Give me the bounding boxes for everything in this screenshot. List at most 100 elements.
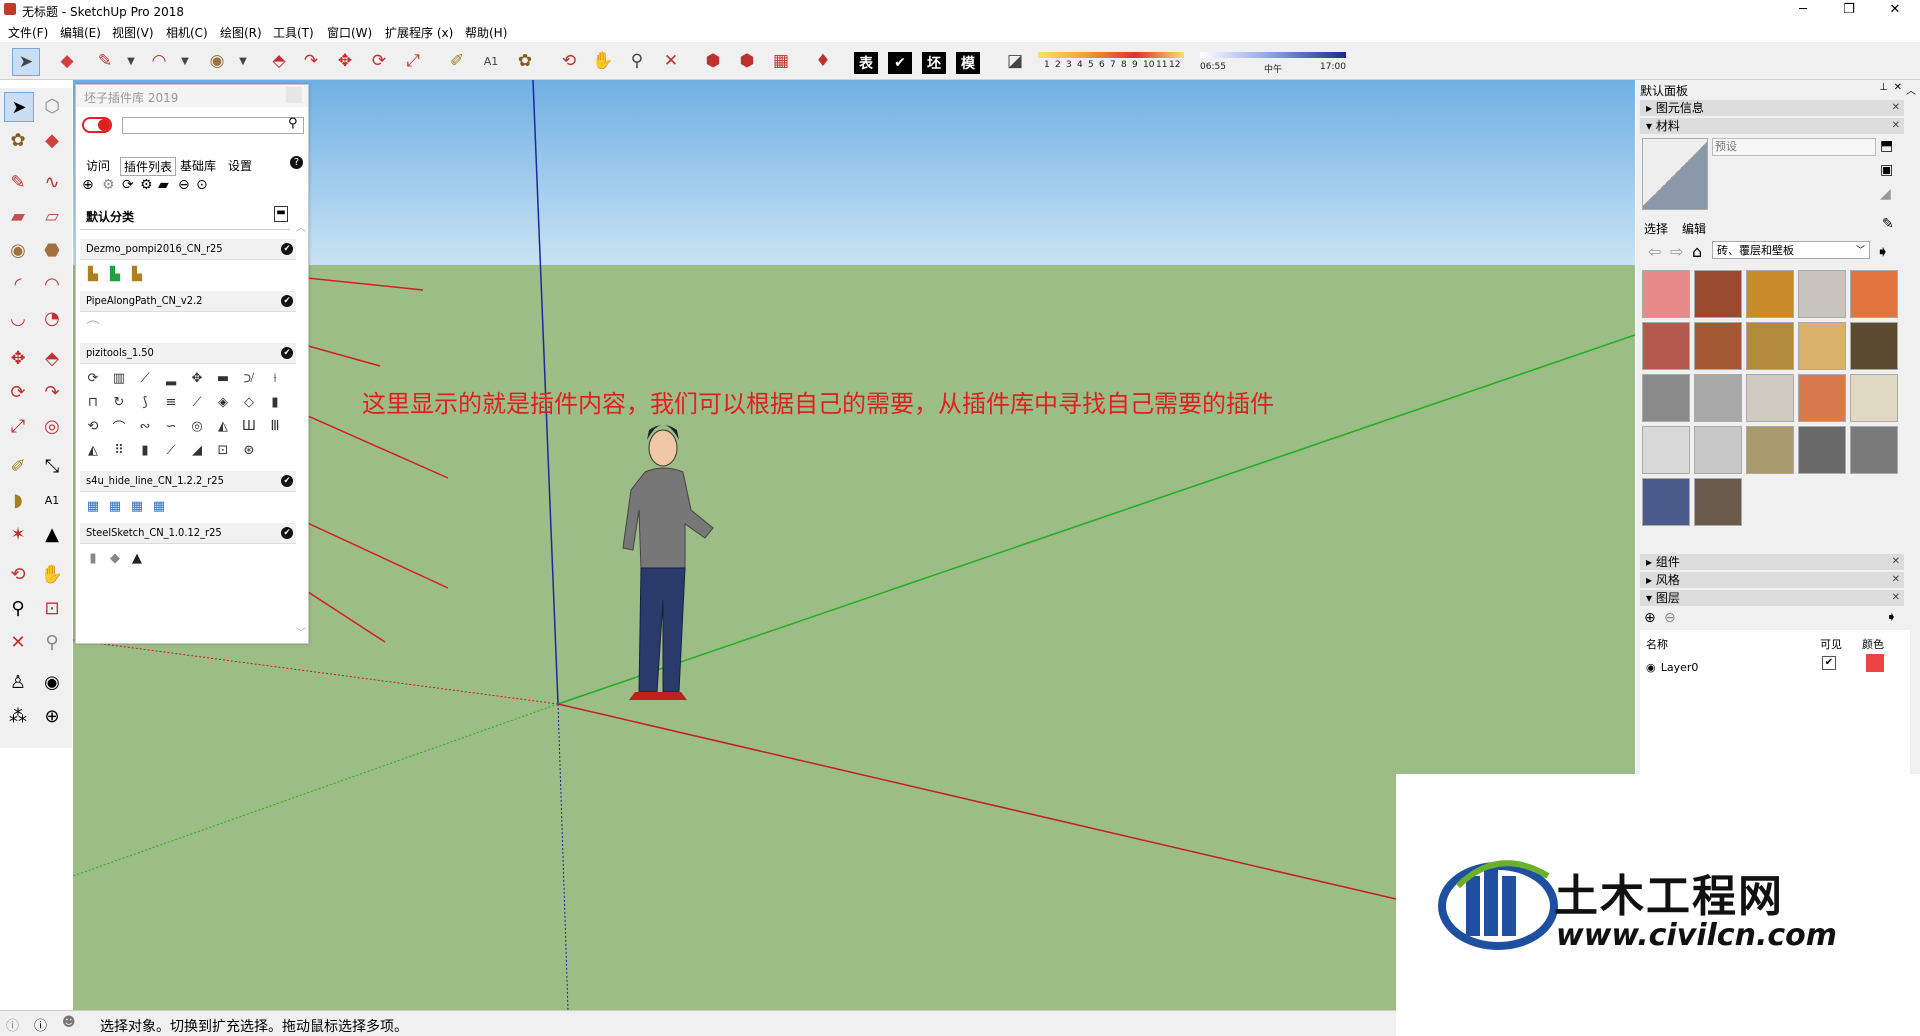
pizitool-icon[interactable]: Ш bbox=[240, 417, 258, 435]
tape-measure-icon[interactable]: ✐ bbox=[444, 48, 470, 74]
axes-icon[interactable]: ✶ bbox=[4, 520, 32, 548]
zoom-window-icon[interactable]: ⊡ bbox=[38, 594, 66, 622]
arc-tool-icon[interactable]: ◠ bbox=[146, 48, 172, 74]
hide-line-icon[interactable]: ▦ bbox=[150, 497, 168, 515]
collapse-icon[interactable]: ⊖ bbox=[178, 177, 190, 193]
material-swatch[interactable] bbox=[1798, 270, 1846, 318]
pizitool-icon[interactable]: ⟊ bbox=[266, 369, 284, 387]
plugin-row-steelsketch[interactable]: SteelSketch_CN_1.0.12_r25 ✔ bbox=[80, 523, 296, 544]
plugin-panel-close-icon[interactable] bbox=[286, 87, 302, 103]
previous-view-icon[interactable]: ⚲ bbox=[38, 628, 66, 656]
layer-active-radio-icon[interactable]: ◉ bbox=[1646, 661, 1656, 674]
pizitool-icon[interactable]: ▂ bbox=[162, 369, 180, 387]
push-pull-icon[interactable]: ⬘ bbox=[38, 344, 66, 372]
sample-paint-icon[interactable]: ✎ bbox=[1882, 216, 1894, 232]
gear-icon[interactable]: ⚙ bbox=[102, 177, 115, 193]
pizitool-icon[interactable]: ◎ bbox=[188, 417, 206, 435]
layer-visible-checkbox[interactable]: ✔ bbox=[1822, 656, 1836, 670]
3d-text-icon[interactable]: ▲ bbox=[38, 520, 66, 548]
tape-measure-icon[interactable]: ✐ bbox=[4, 452, 32, 480]
plugin-row-pipealongpath[interactable]: PipeAlongPath_CN_v2.2 ✔ bbox=[80, 291, 296, 312]
eraser-icon[interactable]: ◆ bbox=[38, 126, 66, 154]
menu-window[interactable]: 窗口(W) bbox=[327, 24, 372, 41]
material-swatch[interactable] bbox=[1746, 426, 1794, 474]
zoom-icon[interactable]: ⚲ bbox=[4, 594, 32, 622]
material-swatch[interactable] bbox=[1694, 322, 1742, 370]
maximize-button[interactable]: ❐ bbox=[1826, 0, 1872, 20]
add-layer-icon[interactable]: ⊕ bbox=[1644, 610, 1656, 626]
move-tool-icon[interactable]: ✥ bbox=[332, 48, 358, 74]
tab-base-library[interactable]: 基础库 bbox=[180, 157, 216, 174]
plugin-row-s4u-hide-line[interactable]: s4u_hide_line_CN_1.2.2_r25 ✔ bbox=[80, 471, 296, 492]
pizitool-icon[interactable]: Ⅲ bbox=[266, 417, 284, 435]
pencil-line-icon[interactable]: ✎ bbox=[4, 168, 32, 196]
pizitool-icon[interactable]: ⌒ bbox=[110, 417, 128, 436]
zoom-icon[interactable]: ⚲ bbox=[624, 48, 650, 74]
hide-line-icon[interactable]: ▦ bbox=[84, 497, 102, 515]
category-header[interactable]: 默认分类 ▬ bbox=[80, 203, 290, 230]
push-pull-icon[interactable]: ⬘ bbox=[266, 48, 292, 74]
back-arrow-icon[interactable]: ⇦ bbox=[1648, 242, 1661, 261]
enabled-check-icon[interactable]: ✔ bbox=[281, 243, 293, 255]
pin-icon[interactable]: ⊥ bbox=[1879, 82, 1888, 93]
pizitool-icon[interactable]: ⊛ bbox=[240, 441, 258, 459]
plugin-toolbar-button-3[interactable]: 坯 bbox=[922, 52, 946, 74]
plugin-row-dezmo[interactable]: Dezmo_pompi2016_CN_r25 ✔ bbox=[80, 239, 296, 260]
enabled-check-icon[interactable]: ✔ bbox=[281, 295, 293, 307]
layer-row[interactable]: ◉ Layer0 ✔ bbox=[1646, 654, 1906, 676]
pizitool-icon[interactable]: ▮ bbox=[136, 441, 154, 459]
three-point-arc-icon[interactable]: ◡ bbox=[4, 304, 32, 332]
make-component-icon[interactable]: ⬡ bbox=[38, 92, 66, 120]
hide-line-icon[interactable]: ▦ bbox=[106, 497, 124, 515]
hide-line-icon[interactable]: ▦ bbox=[128, 497, 146, 515]
enabled-check-icon[interactable]: ✔ bbox=[281, 347, 293, 359]
tray-close-icon[interactable]: ✕ bbox=[1894, 82, 1902, 93]
menu-camera[interactable]: 相机(C) bbox=[166, 24, 208, 41]
offset-icon[interactable]: ◎ bbox=[38, 412, 66, 440]
add-icon[interactable]: ⊕ bbox=[82, 177, 94, 193]
scale-tool-icon[interactable]: ⤢ bbox=[400, 48, 426, 74]
home-icon[interactable]: ⌂ bbox=[1692, 242, 1702, 261]
material-swatch[interactable] bbox=[1694, 478, 1742, 526]
polygon-icon[interactable]: ⬣ bbox=[38, 236, 66, 264]
select-tool-icon[interactable]: ➤ bbox=[12, 48, 40, 76]
tab-edit[interactable]: 编辑 bbox=[1682, 220, 1706, 237]
tray-scroll-up-icon[interactable]: ︿ bbox=[1906, 82, 1916, 97]
pizitool-icon[interactable]: ∾ bbox=[136, 417, 154, 435]
material-swatch[interactable] bbox=[1694, 270, 1742, 318]
layer-color-swatch[interactable] bbox=[1866, 654, 1884, 672]
time-slider[interactable] bbox=[1200, 52, 1346, 58]
search-icon[interactable]: ⚲ bbox=[288, 116, 298, 131]
dezmo-tool-icon[interactable]: ▙ bbox=[84, 265, 102, 283]
delete-layer-icon[interactable]: ⊖ bbox=[1664, 610, 1676, 626]
pizitool-icon[interactable]: ▮ bbox=[266, 393, 284, 411]
circle-icon[interactable]: ◉ bbox=[4, 236, 32, 264]
help-icon[interactable]: ? bbox=[290, 156, 303, 169]
steel-beam-icon[interactable]: ◆ bbox=[106, 549, 124, 567]
plugin-toolbar-button-2[interactable]: ✔ bbox=[888, 52, 912, 74]
shape-tool-icon[interactable]: ◉ bbox=[204, 48, 230, 74]
pan-icon[interactable]: ✋ bbox=[38, 560, 66, 588]
plugin-scrollbar[interactable]: ︿ ﹀ bbox=[294, 203, 308, 639]
share-model-icon[interactable]: ⬢ bbox=[734, 48, 760, 74]
pizitool-icon[interactable]: ⟆ bbox=[136, 393, 154, 411]
dezmo-tool-icon[interactable]: ▙ bbox=[128, 265, 146, 283]
material-swatch[interactable] bbox=[1850, 270, 1898, 318]
rectangle-icon[interactable]: ▰ bbox=[4, 202, 32, 230]
material-swatch[interactable] bbox=[1642, 374, 1690, 422]
paint-bucket-icon[interactable]: ✿ bbox=[4, 126, 32, 154]
pizitool-icon[interactable]: ◭ bbox=[214, 417, 232, 435]
scale-icon[interactable]: ⤢ bbox=[4, 412, 32, 440]
components-section[interactable]: ▸ 组件 ✕ bbox=[1640, 554, 1904, 570]
shape-dropdown-icon[interactable]: ▼ bbox=[230, 48, 256, 74]
zoom-extents-icon[interactable]: ✕ bbox=[4, 628, 32, 656]
menu-edit[interactable]: 编辑(E) bbox=[60, 24, 101, 41]
material-swatch[interactable] bbox=[1694, 426, 1742, 474]
pizitool-icon[interactable]: ⟉ bbox=[240, 369, 258, 387]
expand-icon[interactable]: ⊙ bbox=[196, 177, 208, 193]
protractor-icon[interactable]: ◗ bbox=[4, 486, 32, 514]
pizitool-icon[interactable]: ⟋ bbox=[136, 369, 154, 387]
pie-icon[interactable]: ◔ bbox=[38, 304, 66, 332]
tab-visit[interactable]: 访问 bbox=[86, 157, 110, 174]
extension-warehouse-icon[interactable]: ♦ bbox=[810, 48, 836, 74]
